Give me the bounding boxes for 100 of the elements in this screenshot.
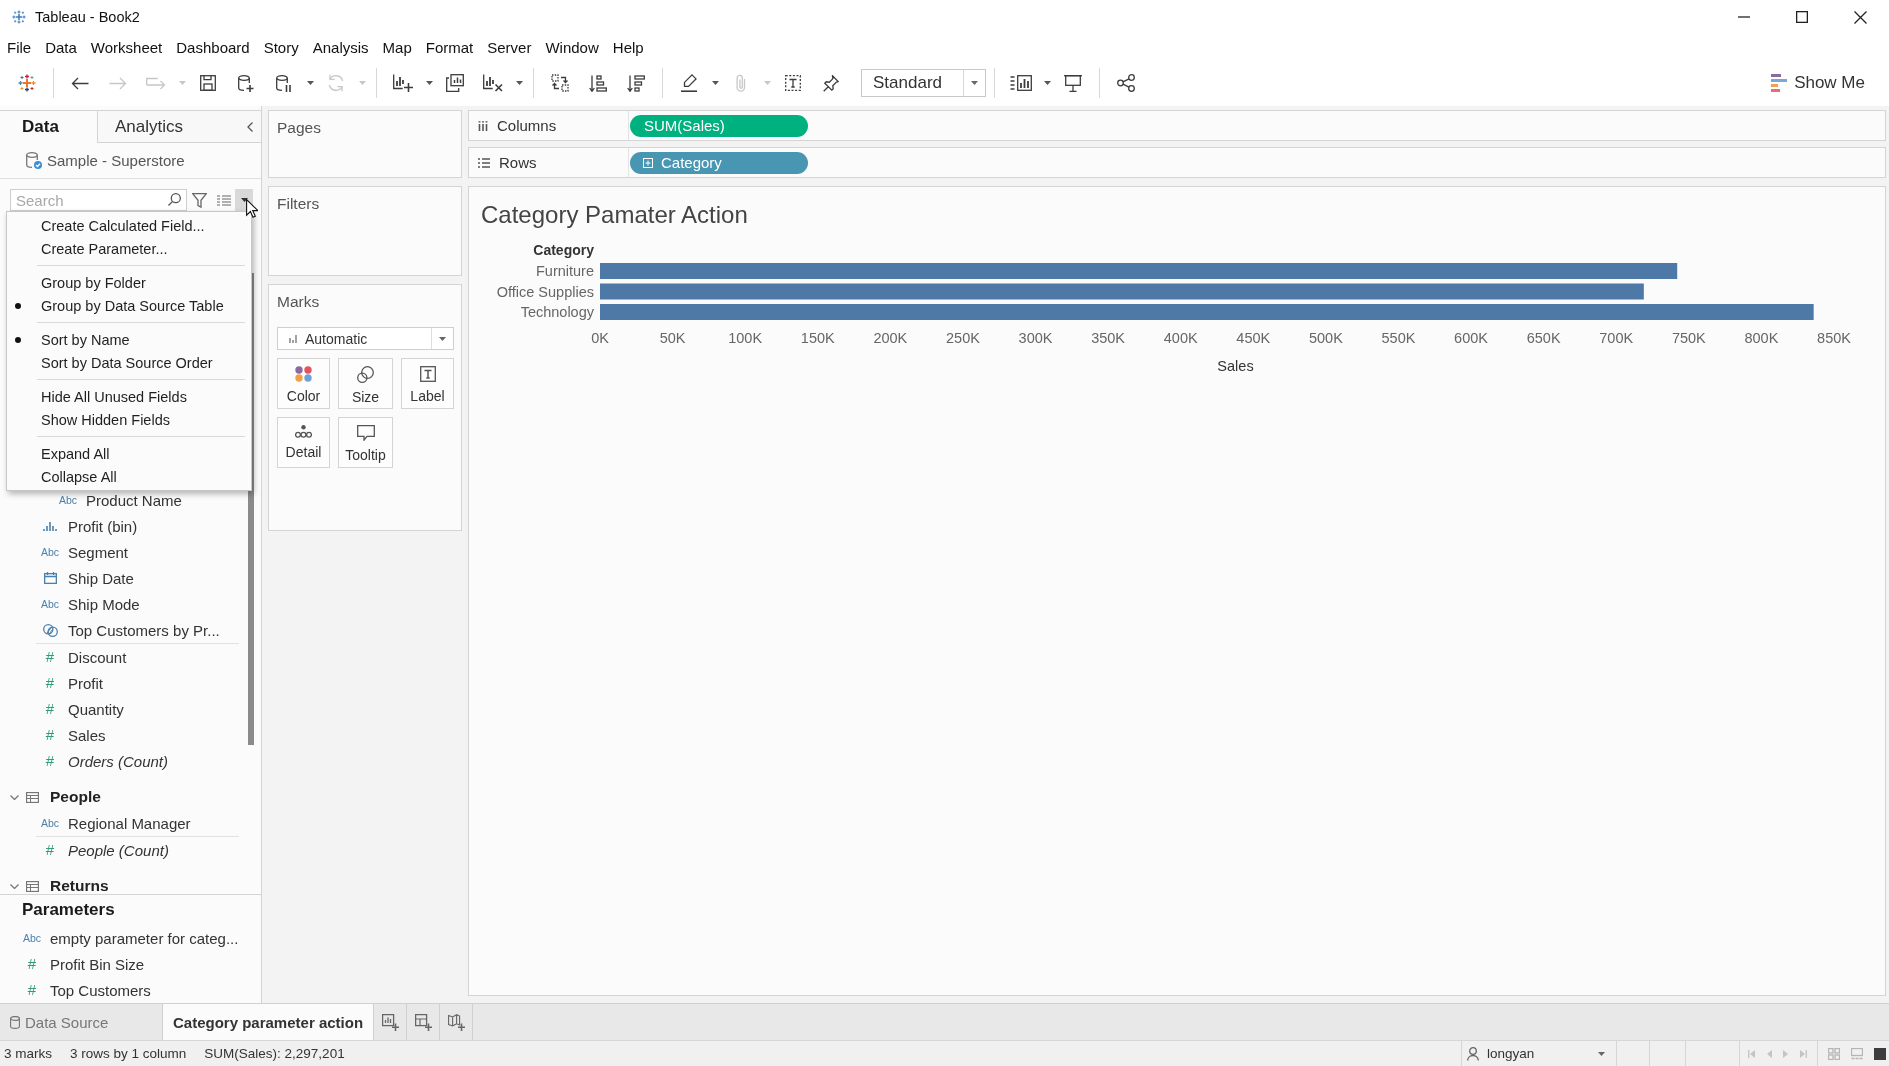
field-item[interactable]: # Quantity	[40, 696, 124, 722]
data-source-name[interactable]: Sample - Superstore	[47, 152, 185, 169]
pane-tab[interactable]: Analytics	[97, 111, 228, 143]
table-icon	[26, 791, 39, 803]
menu-item[interactable]: Data	[38, 36, 84, 58]
field-item[interactable]: # People (Count)	[40, 837, 169, 863]
menu-item[interactable]: Expand All	[7, 442, 251, 465]
menu-item[interactable]: Map	[375, 36, 419, 58]
menu-item[interactable]: Sort by Data Source Order	[7, 351, 251, 374]
field-item[interactable]: Abc Product Name	[58, 487, 182, 513]
fit-dropdown[interactable]: Standard	[861, 69, 986, 97]
menu-item[interactable]: Help	[605, 36, 651, 58]
menu-item[interactable]: Group by Data Source Table	[7, 294, 251, 317]
menu-item[interactable]: Group by Folder	[7, 271, 251, 294]
table-header[interactable]: Returns	[0, 873, 109, 894]
menu-item[interactable]: Story	[256, 36, 306, 58]
field-item[interactable]: Ship Date	[40, 565, 134, 591]
category-label: Furniture	[535, 263, 594, 279]
maximize-icon	[1796, 11, 1808, 23]
speech-bubble-icon	[356, 425, 375, 441]
mark-type-dropdown[interactable]: Automatic	[277, 327, 454, 350]
field-item[interactable]: # Sales	[40, 722, 106, 748]
data-type-label: #	[45, 675, 55, 691]
data-type-label: #	[27, 956, 37, 972]
tick-label: 750K	[1671, 330, 1706, 346]
app-logo-icon	[12, 10, 26, 24]
menu-item[interactable]: File	[0, 36, 39, 58]
user-menu[interactable]: longyan	[1461, 1041, 1616, 1066]
caret-icon	[240, 198, 248, 202]
menu-item[interactable]: Create Calculated Field...	[7, 214, 251, 237]
section-title: Parameters	[21, 899, 115, 921]
tick-label: 650K	[1526, 330, 1561, 346]
field-item[interactable]: # Discount	[40, 644, 127, 670]
grid-plus-icon	[414, 1013, 432, 1031]
sheet-tab[interactable]: Category parameter action	[163, 1004, 375, 1040]
field-item[interactable]: # Profit	[40, 670, 103, 696]
search-icon	[168, 193, 181, 206]
person-icon	[1467, 1046, 1479, 1061]
dots-cluster-icon	[295, 425, 312, 438]
data-type-label: #	[45, 701, 55, 717]
field-item[interactable]: Top Customers by Pr...	[40, 617, 220, 643]
data-type-label: Abc	[22, 932, 42, 944]
tick-label: 150K	[800, 330, 835, 346]
tick-label: 0K	[591, 330, 609, 346]
minimize-icon	[1738, 16, 1750, 18]
menu-item[interactable]: Window	[538, 36, 606, 58]
data-type-label: #	[27, 982, 37, 998]
menu-item[interactable]: Analysis	[305, 36, 376, 58]
skip-forward-icon	[1799, 1049, 1807, 1058]
chart-title: Category Pamater Action	[481, 200, 748, 230]
card-title: Pages	[277, 119, 321, 137]
funnel-icon	[191, 192, 207, 208]
menu-item[interactable]: Collapse All	[7, 465, 251, 488]
data-type-label: Abc	[58, 494, 78, 506]
color-button[interactable]: Color	[277, 358, 330, 409]
search-field[interactable]: Search	[10, 189, 187, 211]
chart-plus-icon	[381, 1013, 399, 1031]
menu-item[interactable]: Format	[418, 36, 481, 58]
triangle-left-icon	[1765, 1049, 1773, 1058]
field-item[interactable]: Abc Segment	[40, 539, 129, 565]
field-item[interactable]: # Orders (Count)	[40, 748, 169, 774]
table-header[interactable]: People	[0, 784, 101, 810]
category-label: Technology	[520, 304, 594, 320]
shelf-label: Columns	[497, 117, 557, 134]
menu-item[interactable]: Server	[480, 36, 539, 58]
tick-label: 800K	[1744, 330, 1779, 346]
tick-label: 700K	[1599, 330, 1634, 346]
menu-item[interactable]: Create Parameter...	[7, 237, 251, 260]
parameter-item[interactable]: # Top Customers	[0, 977, 151, 1003]
tick-label: 400K	[1163, 330, 1198, 346]
detail-button[interactable]: Detail	[277, 417, 330, 468]
view-mode-button[interactable]	[1874, 1047, 1886, 1060]
triangle-right-icon	[1782, 1049, 1790, 1058]
caret-icon	[711, 81, 719, 85]
bar-chart-icon	[43, 521, 57, 531]
tooltip-button[interactable]: Tooltip	[338, 417, 393, 468]
parameter-item[interactable]: Abc empty parameter for categ...	[0, 925, 239, 951]
size-circles-icon	[357, 366, 374, 383]
four-dots-icon	[295, 366, 312, 382]
menu-item[interactable]: Sort by Name	[7, 328, 251, 351]
show-me-button[interactable]: Show Me	[1771, 67, 1865, 99]
pane-tab[interactable]: Data	[0, 111, 97, 143]
caret-icon	[358, 81, 366, 85]
field-item[interactable]: Profit (bin)	[40, 513, 138, 539]
tick-label: 450K	[1236, 330, 1271, 346]
menu-item[interactable]: Dashboard	[169, 36, 257, 58]
caret-icon	[425, 81, 433, 85]
caret-icon	[971, 81, 978, 85]
bullet-icon	[15, 302, 21, 309]
size-button[interactable]: Size	[338, 358, 393, 409]
field-item[interactable]: Abc Regional Manager	[40, 810, 191, 836]
tick-label: 50K	[659, 330, 686, 346]
parameter-item[interactable]: # Profit Bin Size	[0, 951, 145, 977]
label-button[interactable]: Label	[401, 358, 454, 409]
data-type-label: #	[45, 649, 55, 665]
chevron-left-icon	[247, 121, 253, 132]
menu-item[interactable]: Worksheet	[83, 36, 170, 58]
field-item[interactable]: Abc Ship Mode	[40, 591, 140, 617]
menu-item[interactable]: Show Hidden Fields	[7, 408, 251, 431]
menu-item[interactable]: Hide All Unused Fields	[7, 385, 251, 408]
